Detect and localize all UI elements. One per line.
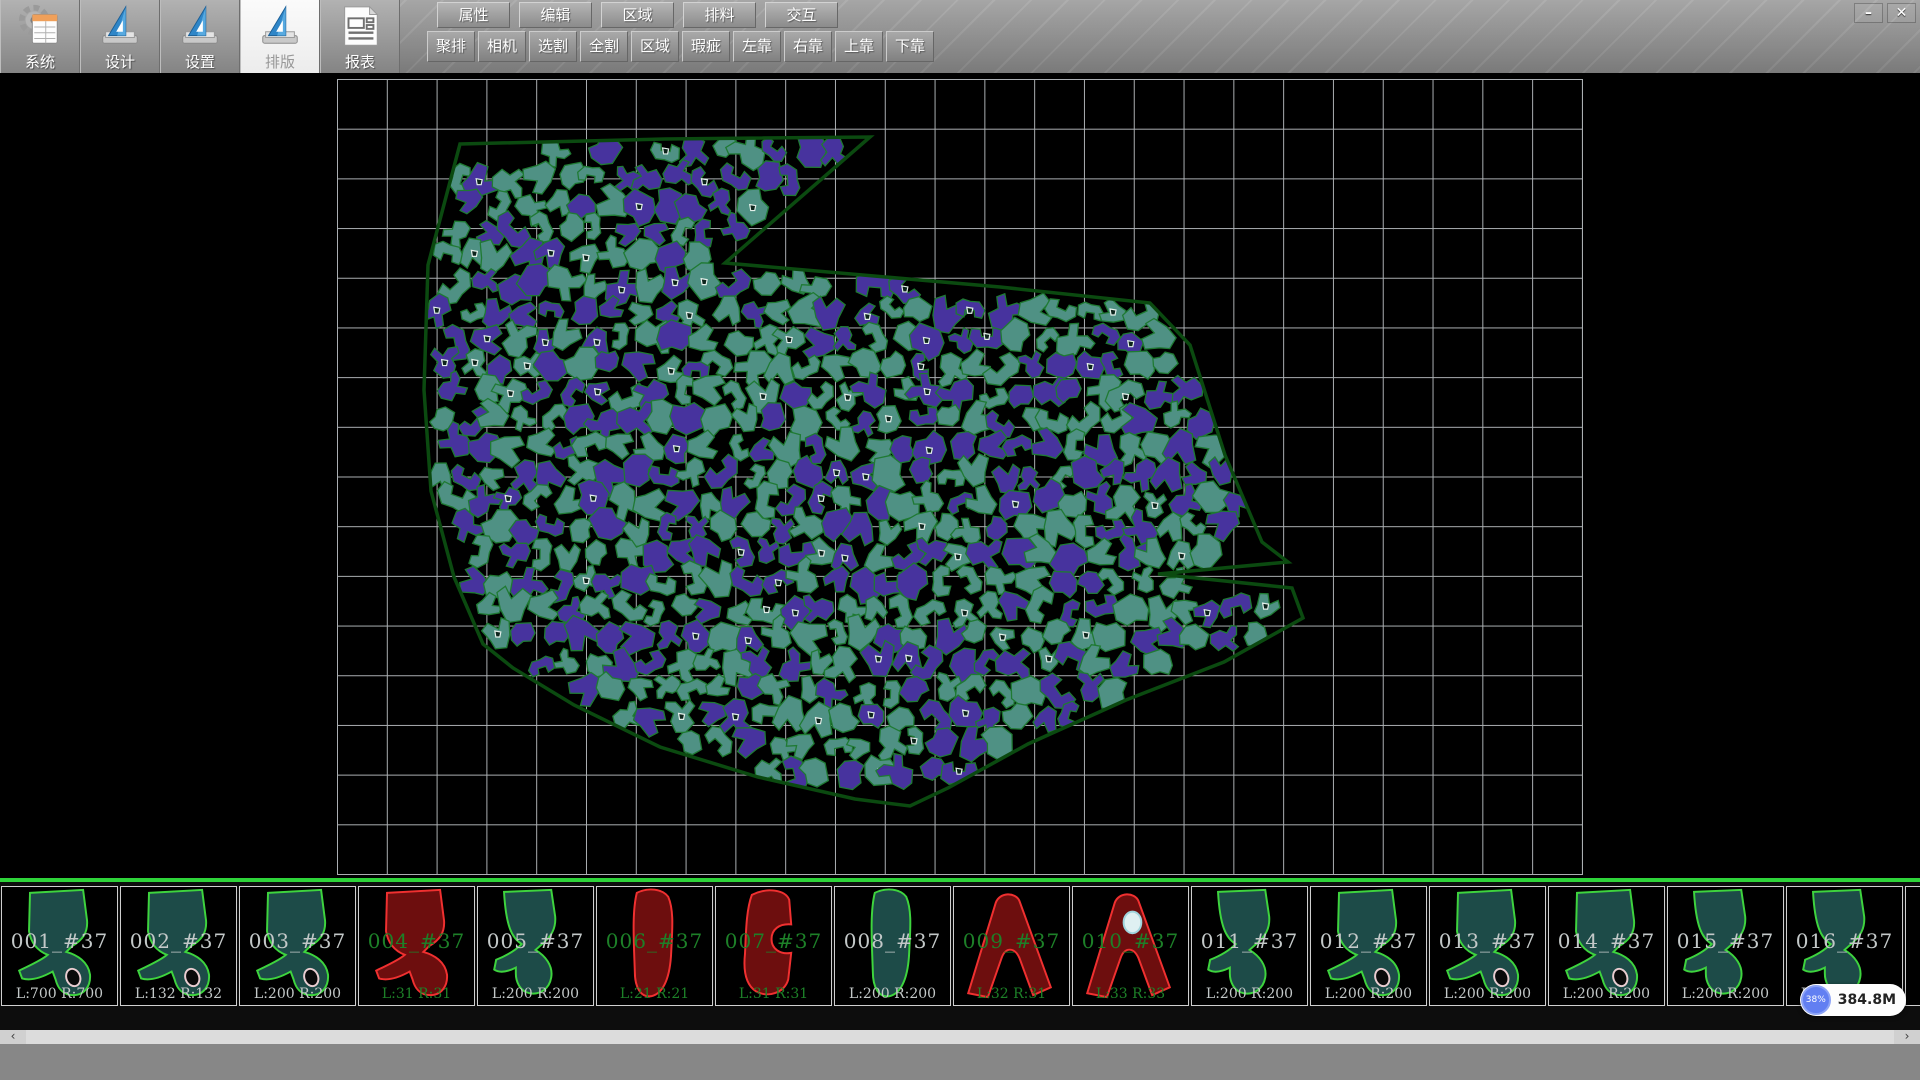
mode-button-label: 报表 bbox=[345, 51, 375, 72]
part-lr-count: L:200 R:200 bbox=[1549, 986, 1664, 1002]
report-icon bbox=[337, 3, 383, 49]
part-id-label: 012_#37 bbox=[1311, 929, 1426, 953]
nesting-canvas[interactable] bbox=[0, 73, 1920, 878]
thumbnail-cell-7[interactable]: 007_#37 L:31 R:31 bbox=[715, 886, 832, 1006]
part-id-label: 007_#37 bbox=[716, 929, 831, 953]
thumbnail-cell-15[interactable]: 015_#37 L:200 R:200 bbox=[1667, 886, 1784, 1006]
menu-tab-4[interactable]: 交互 bbox=[765, 2, 838, 28]
menu-tab-0[interactable]: 属性 bbox=[437, 2, 510, 28]
mode-button-label: 系统 bbox=[25, 51, 55, 72]
mode-button-label: 排版 bbox=[265, 51, 295, 72]
tool-button-6[interactable]: 左靠 bbox=[733, 31, 781, 62]
close-button[interactable]: ✕ bbox=[1887, 3, 1916, 23]
part-lr-count: L:33 R:33 bbox=[1073, 986, 1188, 1002]
part-id-label: 009_#37 bbox=[954, 929, 1069, 953]
part-lr-count: L:200 R:200 bbox=[1668, 986, 1783, 1002]
part-lr-count: L:700 R:700 bbox=[2, 986, 117, 1002]
thumbnail-cell-9[interactable]: 009_#37 L:32 R:31 bbox=[953, 886, 1070, 1006]
design-icon bbox=[97, 3, 143, 49]
thumbnail-list: 001_#37L:700 R:700002_#37L:132 R:132003_… bbox=[1, 886, 1920, 1006]
part-lr-count: L:200 R:200 bbox=[1430, 986, 1545, 1002]
tool-button-9[interactable]: 下靠 bbox=[886, 31, 934, 62]
memory-status-badge[interactable]: 38% 384.8M bbox=[1800, 984, 1906, 1016]
settings-icon bbox=[177, 3, 223, 49]
part-id-label: 008_#37 bbox=[835, 929, 950, 953]
part-id-label: 015_#37 bbox=[1668, 929, 1783, 953]
mode-button-design[interactable]: 设计 bbox=[80, 0, 160, 73]
tool-button-2[interactable]: 选割 bbox=[529, 31, 577, 62]
thumbnail-cell-4[interactable]: 004_#37 L:31 R:31 bbox=[358, 886, 475, 1006]
mode-button-report[interactable]: 报表 bbox=[320, 0, 400, 73]
menu-tab-2[interactable]: 区域 bbox=[601, 2, 674, 28]
part-id-label: 001_#37 bbox=[2, 929, 117, 953]
tool-button-8[interactable]: 上靠 bbox=[835, 31, 883, 62]
menu-tab-3[interactable]: 排料 bbox=[683, 2, 756, 28]
scroll-right-arrow-icon[interactable]: › bbox=[1894, 1030, 1920, 1044]
mode-button-nesting[interactable]: 排版 bbox=[240, 0, 320, 73]
menu-tab-row: 属性编辑区域排料交互 bbox=[437, 2, 838, 28]
part-id-label: 016_#37 bbox=[1787, 929, 1902, 953]
mode-button-system[interactable]: 系统 bbox=[0, 0, 80, 73]
thumbnail-cell-3[interactable]: 003_#37 L:200 R:200 bbox=[239, 886, 356, 1006]
thumbnail-cell-14[interactable]: 014_#37 L:200 R:200 bbox=[1548, 886, 1665, 1006]
window-controls: – ✕ bbox=[1854, 3, 1916, 23]
mode-button-label: 设置 bbox=[185, 51, 215, 72]
part-id-label: 014_#37 bbox=[1549, 929, 1664, 953]
menu-tab-1[interactable]: 编辑 bbox=[519, 2, 592, 28]
mode-button-group: 系统 设计 设置 排版 报表 bbox=[0, 0, 400, 73]
part-lr-count: L:200 R:200 bbox=[240, 986, 355, 1002]
mode-button-label: 设计 bbox=[105, 51, 135, 72]
thumbnail-cell-1[interactable]: 001_#37 L:700 R:700 bbox=[1, 886, 118, 1006]
part-id-label: 010_#37 bbox=[1073, 929, 1188, 953]
part-lr-count: L:132 R:132 bbox=[121, 986, 236, 1002]
status-bar bbox=[0, 1044, 1920, 1080]
system-icon bbox=[17, 3, 63, 49]
part-id-label: 003_#37 bbox=[240, 929, 355, 953]
part-lr-count: L:200 R:200 bbox=[1192, 986, 1307, 1002]
toolbar: 系统设计设置排版报表 属性编辑区域排料交互 聚排相机选割全割区域瑕疵左靠右靠上靠… bbox=[0, 0, 1920, 73]
thumbnail-cell-11[interactable]: 011_#37 L:200 R:200 bbox=[1191, 886, 1308, 1006]
parts-thumbnail-strip: 001_#37L:700 R:700002_#37L:132 R:132003_… bbox=[0, 878, 1920, 1030]
part-lr-count: L:32 R:31 bbox=[954, 986, 1069, 1002]
percent-circle-icon: 38% bbox=[1801, 985, 1831, 1015]
tool-button-1[interactable]: 相机 bbox=[478, 31, 526, 62]
tool-button-0[interactable]: 聚排 bbox=[427, 31, 475, 62]
part-lr-count: L:31 R:31 bbox=[716, 986, 831, 1002]
part-id-label: 004_#37 bbox=[359, 929, 474, 953]
thumbnail-cell-10[interactable]: 010_#37 L:33 R:33 bbox=[1072, 886, 1189, 1006]
horizontal-scrollbar[interactable]: ‹ › bbox=[0, 1030, 1920, 1044]
scroll-left-arrow-icon[interactable]: ‹ bbox=[0, 1030, 26, 1044]
thumbnail-cell-17[interactable] bbox=[1905, 886, 1920, 1006]
hide-nesting-layout[interactable] bbox=[0, 73, 1920, 878]
part-lr-count: L:31 R:31 bbox=[359, 986, 474, 1002]
memory-value: 384.8M bbox=[1838, 992, 1896, 1008]
thumbnail-cell-2[interactable]: 002_#37 L:132 R:132 bbox=[120, 886, 237, 1006]
minimize-button[interactable]: – bbox=[1854, 3, 1883, 23]
part-lr-count: L:200 R:200 bbox=[478, 986, 593, 1002]
app-window: { "window": { "minimize_glyph": "–", "cl… bbox=[0, 0, 1920, 1080]
thumbnail-cell-6[interactable]: 006_#37 L:21 R:21 bbox=[596, 886, 713, 1006]
part-lr-count: L:200 R:200 bbox=[835, 986, 950, 1002]
tool-button-4[interactable]: 区域 bbox=[631, 31, 679, 62]
thumbnail-cell-12[interactable]: 012_#37 L:200 R:200 bbox=[1310, 886, 1427, 1006]
part-id-label: 011_#37 bbox=[1192, 929, 1307, 953]
part-id-label: 005_#37 bbox=[478, 929, 593, 953]
part-lr-count: L:21 R:21 bbox=[597, 986, 712, 1002]
tool-button-5[interactable]: 瑕疵 bbox=[682, 31, 730, 62]
nesting-icon bbox=[257, 3, 303, 49]
tool-button-3[interactable]: 全割 bbox=[580, 31, 628, 62]
tool-button-7[interactable]: 右靠 bbox=[784, 31, 832, 62]
part-id-label: 013_#37 bbox=[1430, 929, 1545, 953]
part-id-label: 006_#37 bbox=[597, 929, 712, 953]
thumbnail-cell-5[interactable]: 005_#37 L:200 R:200 bbox=[477, 886, 594, 1006]
thumbnail-cell-8[interactable]: 008_#37 L:200 R:200 bbox=[834, 886, 951, 1006]
mode-button-settings[interactable]: 设置 bbox=[160, 0, 240, 73]
part-shape-icon bbox=[1906, 887, 1920, 1005]
part-lr-count: L:200 R:200 bbox=[1311, 986, 1426, 1002]
part-id-label: 002_#37 bbox=[121, 929, 236, 953]
thumbnail-cell-13[interactable]: 013_#37 L:200 R:200 bbox=[1429, 886, 1546, 1006]
tool-button-row: 聚排相机选割全割区域瑕疵左靠右靠上靠下靠 bbox=[427, 31, 934, 62]
